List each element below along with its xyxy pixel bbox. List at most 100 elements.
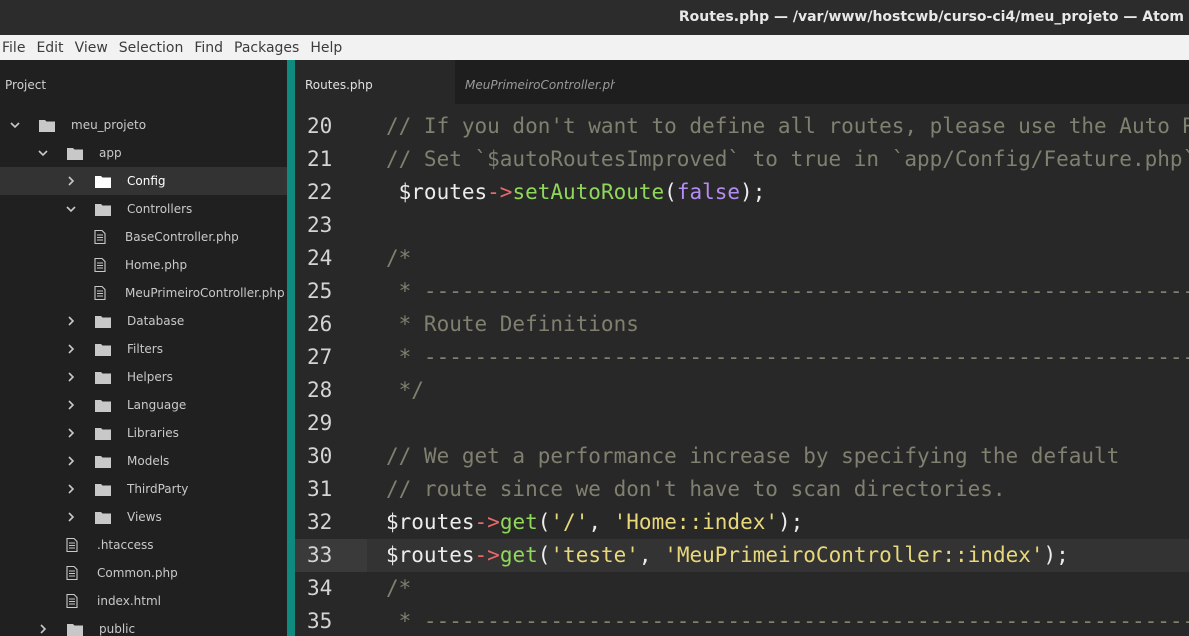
code-text: // If you don't want to define all route… xyxy=(386,110,1189,143)
chevron-right-icon[interactable] xyxy=(64,510,78,524)
line-number: 33 xyxy=(307,543,333,567)
code-line[interactable]: 33 $routes->get('teste', 'MeuPrimeiroCont… xyxy=(295,539,1189,572)
tree-item-models[interactable]: Models xyxy=(0,447,287,475)
menu-file[interactable]: File xyxy=(2,40,25,56)
tree-item-index-html[interactable]: index.html xyxy=(0,587,287,615)
tree-item-htaccess[interactable]: .htaccess xyxy=(0,531,287,559)
code-token: 'MeuPrimeiroController::index' xyxy=(664,543,1044,567)
code-token: ( xyxy=(537,510,551,534)
code-line[interactable]: 21 // Set `$autoRoutesImproved` to true i… xyxy=(295,143,1189,176)
code-line[interactable]: 20 // If you don't want to define all rou… xyxy=(295,110,1189,143)
code-line[interactable]: 32 $routes->get('/', 'Home::index'); xyxy=(295,506,1189,539)
tree-item-app[interactable]: app xyxy=(0,139,287,167)
line-number: 34 xyxy=(307,576,333,600)
menu-packages[interactable]: Packages xyxy=(234,40,299,56)
menu-find[interactable]: Find xyxy=(194,40,223,56)
menu-view[interactable]: View xyxy=(75,40,108,56)
tree-item-views[interactable]: Views xyxy=(0,503,287,531)
tree-item-meuprimeirocontroller-php[interactable]: MeuPrimeiroController.php xyxy=(0,279,287,307)
line-gutter[interactable]: 32 xyxy=(295,506,367,539)
line-number: 24 xyxy=(307,246,333,270)
code-line[interactable]: 24 /* xyxy=(295,242,1189,275)
tree-item-home-php[interactable]: Home.php xyxy=(0,251,287,279)
code-line[interactable]: 26 * Route Definitions xyxy=(295,308,1189,341)
tab-meuprimeirocontroller-php[interactable]: MeuPrimeiroController.php xyxy=(455,60,615,104)
code-line[interactable]: 29 xyxy=(295,407,1189,440)
tree-item-libraries[interactable]: Libraries xyxy=(0,419,287,447)
chevron-right-icon[interactable] xyxy=(36,622,50,636)
line-gutter[interactable]: 23 xyxy=(295,209,367,242)
menu-selection[interactable]: Selection xyxy=(119,40,184,56)
code-token: -> xyxy=(487,180,513,204)
code-token: 'Home::index' xyxy=(613,510,779,534)
line-gutter[interactable]: 26 xyxy=(295,308,367,341)
chevron-right-icon[interactable] xyxy=(64,174,78,188)
line-number: 28 xyxy=(307,378,333,402)
tree-item-label: Common.php xyxy=(97,566,178,580)
tree-item-public[interactable]: public xyxy=(0,615,287,636)
chevron-down-icon[interactable] xyxy=(64,202,78,216)
code-line[interactable]: 27 * -----------------------------------… xyxy=(295,341,1189,374)
tree-item-language[interactable]: Language xyxy=(0,391,287,419)
folder-icon xyxy=(67,624,83,636)
tree-item-database[interactable]: Database xyxy=(0,307,287,335)
code-line[interactable]: 34 /* xyxy=(295,572,1189,605)
code-token: // route since we don't have to scan dir… xyxy=(386,477,1006,501)
chevron-right-icon[interactable] xyxy=(64,342,78,356)
tree-item-meu-projeto[interactable]: meu_projeto xyxy=(0,111,287,139)
tree-item-basecontroller-php[interactable]: BaseController.php xyxy=(0,223,287,251)
tree-item-helpers[interactable]: Helpers xyxy=(0,363,287,391)
code-line[interactable]: 30 // We get a performance increase by sp… xyxy=(295,440,1189,473)
chevron-right-icon[interactable] xyxy=(64,454,78,468)
code-token: false xyxy=(676,180,741,204)
code-editor[interactable]: 20 // If you don't want to define all rou… xyxy=(295,104,1189,636)
chevron-right-icon[interactable] xyxy=(64,314,78,328)
line-gutter[interactable]: 35 xyxy=(295,605,367,636)
chevron-right-icon[interactable] xyxy=(64,482,78,496)
line-gutter[interactable]: 33 xyxy=(295,539,367,572)
tree-item-thirdparty[interactable]: ThirdParty xyxy=(0,475,287,503)
code-line[interactable]: 31 // route since we don't have to scan d… xyxy=(295,473,1189,506)
panel-resize-handle[interactable] xyxy=(287,60,295,636)
tree-item-config[interactable]: Config xyxy=(0,167,287,195)
line-gutter[interactable]: 34 xyxy=(295,572,367,605)
code-token: /* xyxy=(386,576,412,600)
line-gutter[interactable]: 29 xyxy=(295,407,367,440)
line-number: 22 xyxy=(307,180,333,204)
tree-item-common-php[interactable]: Common.php xyxy=(0,559,287,587)
line-gutter[interactable]: 22 xyxy=(295,176,367,209)
tree-item-label: ThirdParty xyxy=(127,482,189,496)
code-line[interactable]: 25 * -----------------------------------… xyxy=(295,275,1189,308)
code-text: /* xyxy=(386,572,411,605)
code-line[interactable]: 35 * -----------------------------------… xyxy=(295,605,1189,636)
menu-help[interactable]: Help xyxy=(310,40,342,56)
folder-icon xyxy=(39,120,55,132)
tree-item-label: Language xyxy=(127,398,187,412)
tree-item-controllers[interactable]: Controllers xyxy=(0,195,287,223)
line-gutter[interactable]: 27 xyxy=(295,341,367,374)
chevron-right-icon[interactable] xyxy=(64,370,78,384)
tab-routes-php[interactable]: Routes.php xyxy=(295,60,455,104)
folder-icon xyxy=(95,316,111,328)
code-line[interactable]: 28 */ xyxy=(295,374,1189,407)
line-gutter[interactable]: 21 xyxy=(295,143,367,176)
tree-item-label: Helpers xyxy=(127,370,173,384)
code-token: , xyxy=(638,543,665,567)
tree-item-filters[interactable]: Filters xyxy=(0,335,287,363)
code-line[interactable]: 22 $routes->setAutoRoute(false); xyxy=(295,176,1189,209)
line-gutter[interactable]: 20 xyxy=(295,110,367,143)
line-gutter[interactable]: 31 xyxy=(295,473,367,506)
chevron-down-icon[interactable] xyxy=(36,146,50,160)
code-line[interactable]: 23 xyxy=(295,209,1189,242)
code-token: * --------------------------------------… xyxy=(398,279,1189,303)
chevron-right-icon[interactable] xyxy=(64,398,78,412)
line-gutter[interactable]: 25 xyxy=(295,275,367,308)
chevron-right-icon[interactable] xyxy=(64,426,78,440)
line-gutter[interactable]: 30 xyxy=(295,440,367,473)
menu-edit[interactable]: Edit xyxy=(36,40,63,56)
line-gutter[interactable]: 28 xyxy=(295,374,367,407)
chevron-down-icon[interactable] xyxy=(8,118,22,132)
line-number: 27 xyxy=(307,345,333,369)
line-gutter[interactable]: 24 xyxy=(295,242,367,275)
code-text: // We get a performance increase by spec… xyxy=(386,440,1119,473)
